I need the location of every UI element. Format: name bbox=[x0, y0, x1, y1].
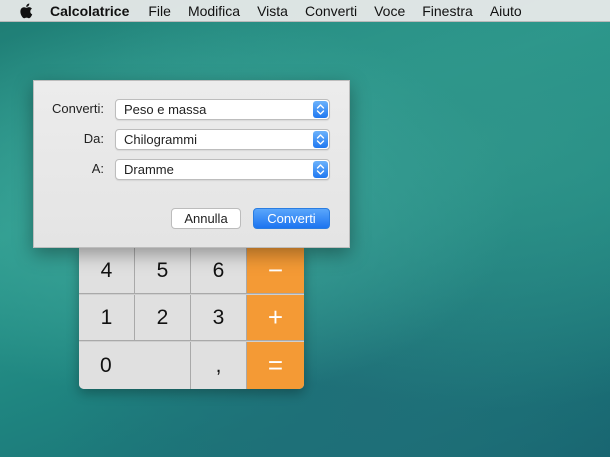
key-equals[interactable]: = bbox=[247, 342, 304, 389]
menu-app-name[interactable]: Calcolatrice bbox=[50, 3, 129, 19]
key-2[interactable]: 2 bbox=[135, 295, 191, 341]
calculator-keypad: 4 5 6 − 1 2 3 + 0 , = bbox=[79, 248, 304, 389]
chevron-updown-icon[interactable] bbox=[313, 131, 328, 148]
apple-icon[interactable] bbox=[18, 2, 34, 20]
key-5[interactable]: 5 bbox=[135, 248, 191, 294]
a-select[interactable]: Dramme bbox=[115, 159, 330, 180]
a-label: A: bbox=[91, 161, 104, 176]
key-0[interactable]: 0 bbox=[79, 342, 191, 389]
menu-vista[interactable]: Vista bbox=[257, 3, 288, 19]
converti-select[interactable]: Peso e massa bbox=[115, 99, 330, 120]
da-select[interactable]: Chilogrammi bbox=[115, 129, 330, 150]
da-label: Da: bbox=[83, 131, 104, 146]
da-select-value: Chilogrammi bbox=[124, 132, 197, 147]
key-4[interactable]: 4 bbox=[79, 248, 135, 294]
menu-file[interactable]: File bbox=[148, 3, 171, 19]
key-minus[interactable]: − bbox=[247, 248, 304, 294]
converti-label: Converti: bbox=[51, 101, 104, 116]
converti-select-value: Peso e massa bbox=[124, 102, 207, 117]
convert-button[interactable]: Converti bbox=[253, 208, 330, 229]
key-3[interactable]: 3 bbox=[191, 295, 247, 341]
key-1[interactable]: 1 bbox=[79, 295, 135, 341]
row-converti: Converti: Peso e massa bbox=[34, 99, 349, 120]
key-plus[interactable]: + bbox=[247, 295, 304, 341]
row-da: Da: Chilogrammi bbox=[34, 129, 349, 150]
a-select-value: Dramme bbox=[124, 162, 174, 177]
menu-bar: Calcolatrice File Modifica Vista Convert… bbox=[0, 0, 610, 22]
menu-converti[interactable]: Converti bbox=[305, 3, 357, 19]
cancel-button[interactable]: Annulla bbox=[171, 208, 241, 229]
menu-aiuto[interactable]: Aiuto bbox=[490, 3, 522, 19]
row-a: A: Dramme bbox=[34, 159, 349, 180]
key-comma[interactable]: , bbox=[191, 342, 247, 389]
chevron-updown-icon[interactable] bbox=[313, 101, 328, 118]
menu-modifica[interactable]: Modifica bbox=[188, 3, 240, 19]
conversion-dialog: Converti: Peso e massa Da: Chilogrammi A… bbox=[33, 80, 350, 248]
menu-finestra[interactable]: Finestra bbox=[422, 3, 473, 19]
chevron-updown-icon[interactable] bbox=[313, 161, 328, 178]
key-6[interactable]: 6 bbox=[191, 248, 247, 294]
menu-voce[interactable]: Voce bbox=[374, 3, 405, 19]
